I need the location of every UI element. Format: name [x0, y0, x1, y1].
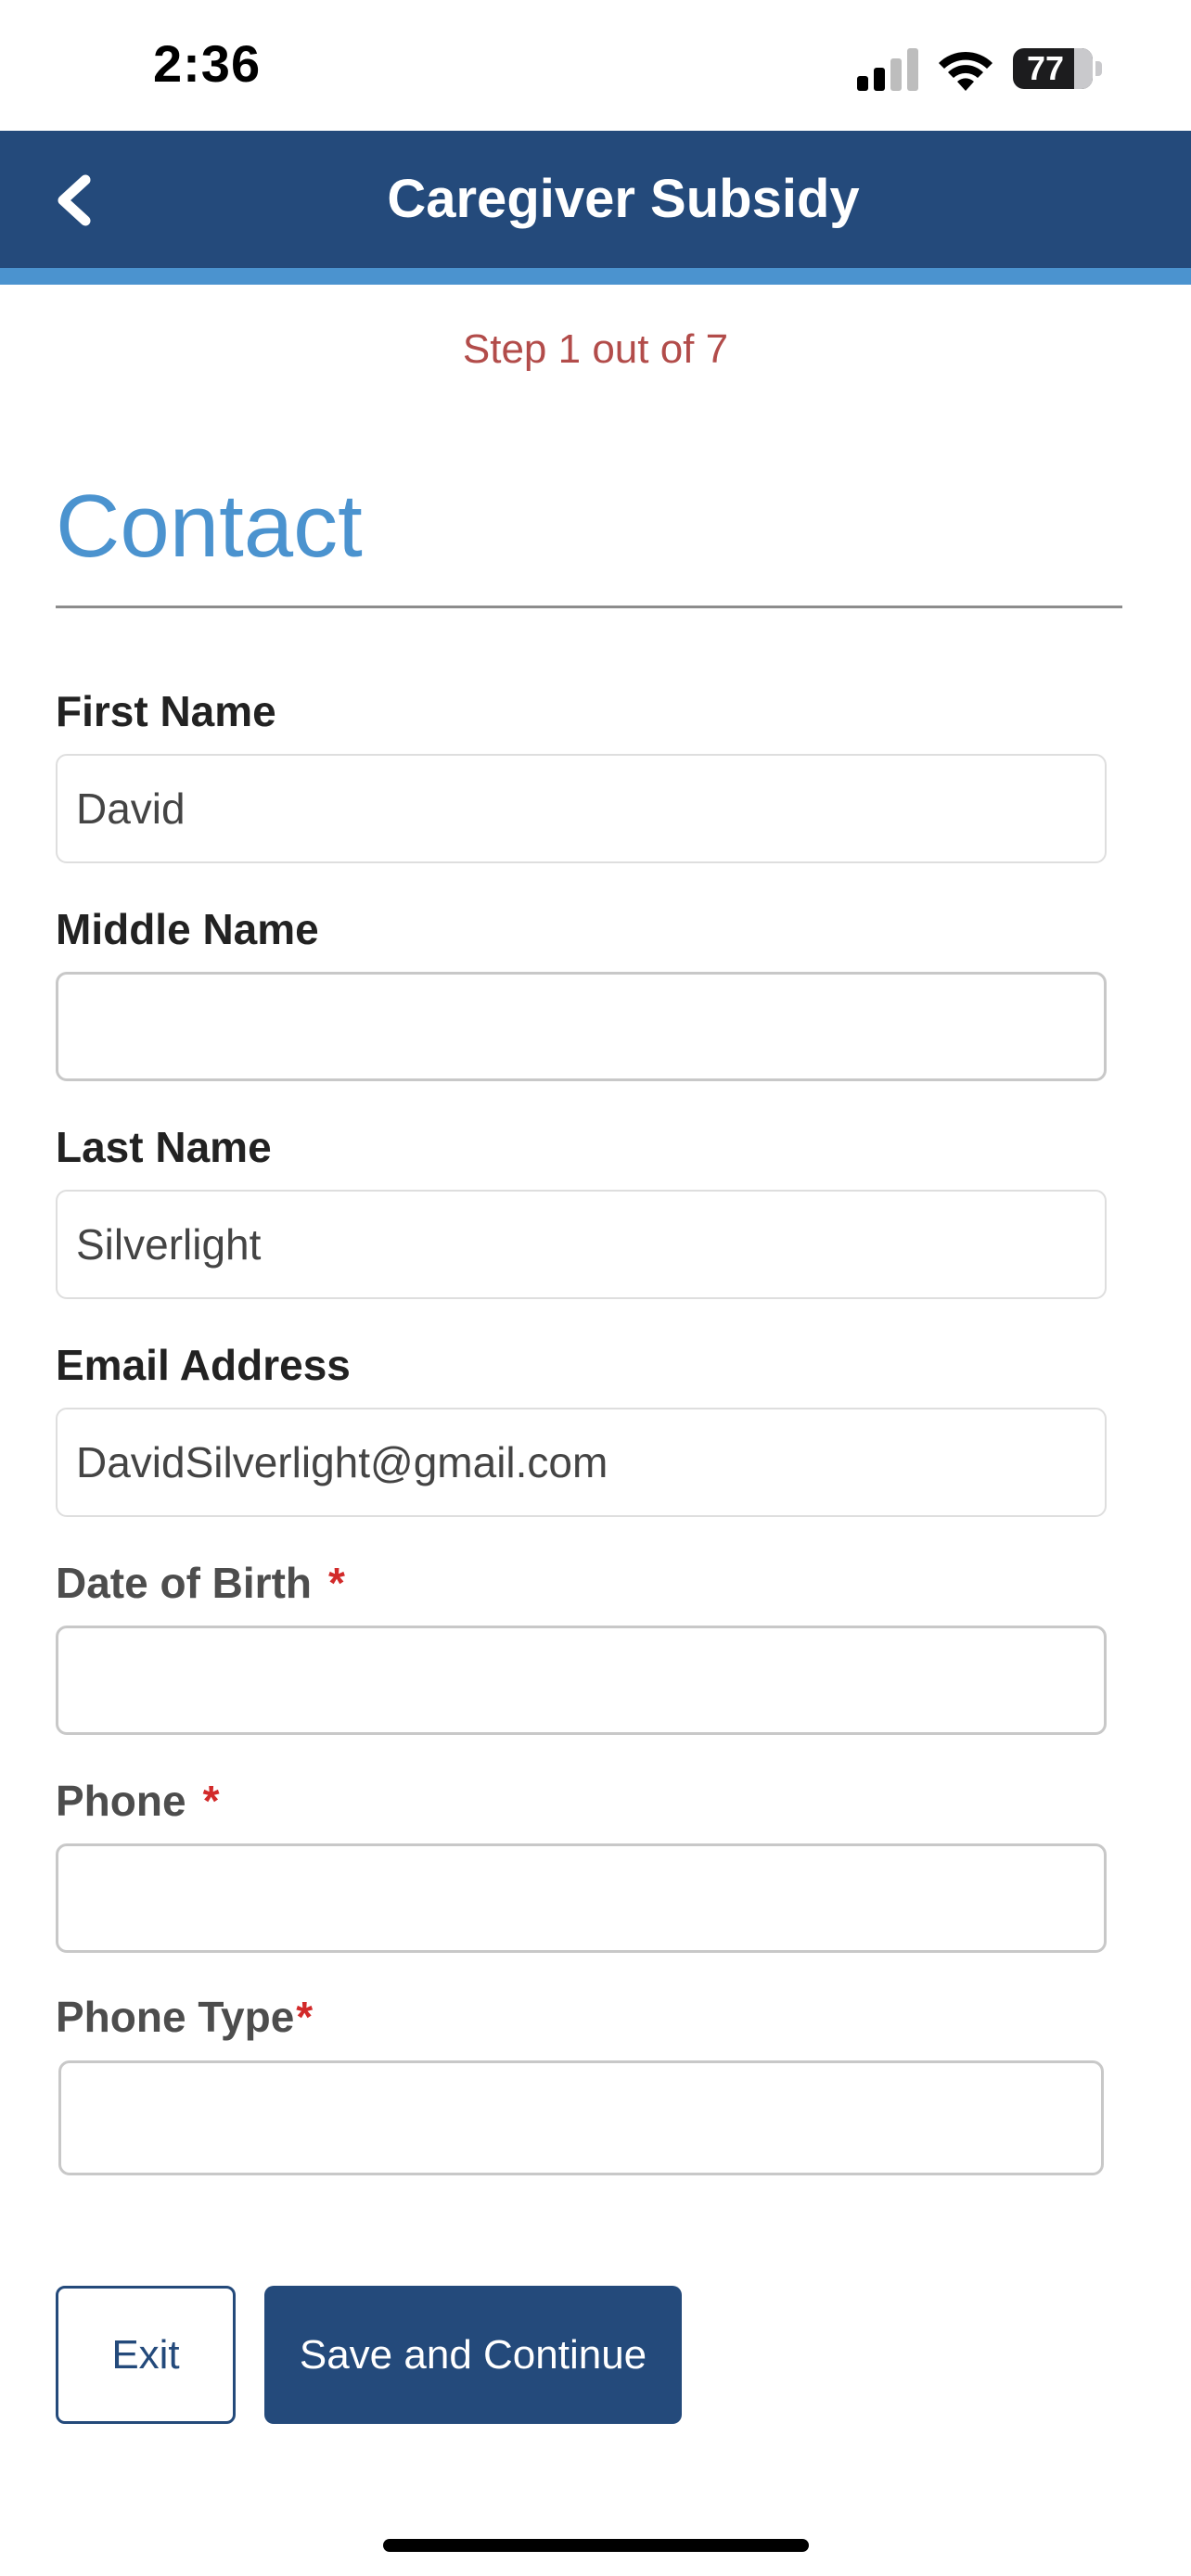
required-asterisk: *	[328, 1559, 345, 1607]
status-time: 2:36	[153, 34, 262, 93]
header-accent-bar	[0, 268, 1191, 285]
home-indicator[interactable]	[383, 2539, 809, 2552]
last-name-label: Last Name	[56, 1123, 272, 1171]
phone-type-label-text: Phone Type	[56, 1993, 295, 2041]
required-asterisk: *	[202, 1777, 220, 1825]
last-name-field[interactable]: Silverlight	[56, 1190, 1107, 1299]
date-of-birth-label: Date of Birth *	[56, 1558, 345, 1608]
chevron-left-icon	[58, 174, 91, 226]
phone-label: Phone *	[56, 1776, 219, 1826]
required-asterisk: *	[296, 1993, 314, 2041]
first-name-field[interactable]: David	[56, 754, 1107, 863]
date-of-birth-label-text: Date of Birth	[56, 1559, 312, 1607]
phone-type-select[interactable]	[58, 2060, 1104, 2175]
step-indicator: Step 1 out of 7	[462, 326, 729, 372]
battery-level: 77	[1026, 49, 1065, 87]
status-bar: 2:36 77	[0, 0, 1191, 131]
first-name-label: First Name	[56, 687, 276, 735]
date-of-birth-field[interactable]	[56, 1626, 1107, 1735]
exit-button[interactable]: Exit	[56, 2286, 236, 2424]
battery-icon: 77	[1013, 48, 1102, 91]
email-field[interactable]: DavidSilverlight@gmail.com	[56, 1408, 1107, 1517]
middle-name-label: Middle Name	[56, 905, 319, 953]
section-divider	[56, 606, 1122, 608]
middle-name-field[interactable]	[56, 972, 1107, 1081]
section-title: Contact	[56, 477, 363, 576]
email-label: Email Address	[56, 1341, 351, 1389]
phone-label-text: Phone	[56, 1777, 186, 1825]
phone-field[interactable]	[56, 1843, 1107, 1953]
page-title: Caregiver Subsidy	[387, 169, 860, 229]
phone-type-label: Phone Type*	[56, 1992, 313, 2042]
save-and-continue-button[interactable]: Save and Continue	[264, 2286, 682, 2424]
back-button[interactable]	[46, 159, 106, 241]
cellular-signal-icon	[857, 48, 918, 91]
wifi-icon	[939, 51, 992, 91]
